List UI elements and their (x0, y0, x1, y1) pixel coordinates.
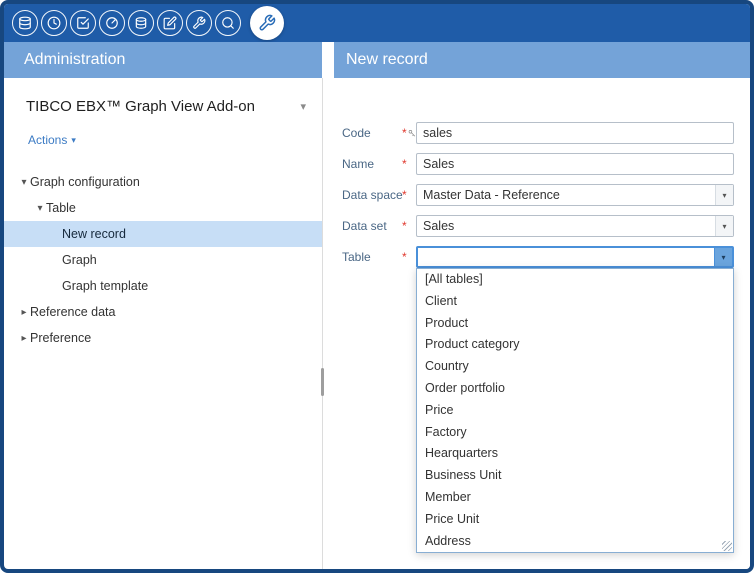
required-marker: * (402, 250, 407, 264)
actions-menu-button[interactable]: Actions ▾ (28, 133, 76, 147)
form-row-data-set: Data set * Sales ▾ (342, 215, 734, 237)
tree-item-label: Preference (30, 331, 91, 345)
administration-wrench-icon[interactable] (250, 6, 284, 40)
top-toolbar (4, 4, 750, 42)
required-marker: * (402, 219, 407, 233)
addon-title: TIBCO EBX™ Graph View Add-on (26, 98, 255, 115)
dropdown-option[interactable]: Product (417, 313, 733, 335)
form-row-table: Table * ▾ (342, 246, 734, 268)
required-marker-group: * (402, 219, 416, 233)
required-marker: * (402, 126, 407, 140)
field-label-table: Table (342, 250, 402, 264)
chevron-down-icon[interactable]: ▾ (296, 98, 310, 115)
sidebar: TIBCO EBX™ Graph View Add-on ▾ Actions ▾… (4, 78, 322, 569)
header-gap (322, 42, 334, 78)
tree-item-graph-template[interactable]: Graph template (4, 273, 322, 299)
required-marker-group: * (402, 250, 416, 264)
name-input[interactable] (416, 153, 734, 175)
field-label-code: Code (342, 126, 402, 140)
caret-down-icon: ▾ (71, 135, 76, 146)
data-set-select[interactable]: Sales ▾ (416, 215, 734, 237)
dropdown-option[interactable]: Client (417, 291, 733, 313)
validation-icon[interactable] (70, 10, 96, 36)
select-value: Master Data - Reference (423, 188, 560, 202)
search-icon[interactable] (215, 10, 241, 36)
dropdown-option[interactable]: Product category (417, 334, 733, 356)
dropdown-option[interactable]: Address (417, 531, 733, 553)
chevron-down-icon[interactable]: ▾ (714, 248, 732, 266)
required-marker-group: * (402, 157, 416, 171)
panel-splitter (322, 78, 334, 569)
dropdown-option[interactable]: Price (417, 400, 733, 422)
dropdown-option[interactable]: [All tables] (417, 269, 733, 291)
dropdown-option[interactable]: Member (417, 487, 733, 509)
table-options-dropdown: [All tables] Client Product Product cate… (416, 268, 734, 553)
new-record-form: Code * Name * Data space * (334, 78, 750, 569)
field-label-data-set: Data set (342, 219, 402, 233)
dataspaces-icon[interactable] (128, 10, 154, 36)
tree-item-new-record[interactable]: New record (4, 221, 322, 247)
collapsed-arrow-icon[interactable]: ▸ (18, 307, 30, 318)
navigation-tree: ▾ Graph configuration ▾ Table New record… (4, 169, 322, 351)
tools-icon[interactable] (186, 10, 212, 36)
header-band: Administration New record (4, 42, 750, 78)
tree-item-label: Graph template (62, 279, 148, 293)
tree-item-label: Table (46, 201, 76, 215)
form-row-data-space: Data space * Master Data - Reference ▾ (342, 184, 734, 206)
tree-item-label: Graph configuration (30, 175, 140, 189)
tree-item-label: New record (62, 227, 126, 241)
select-value: Sales (423, 219, 454, 233)
dashboard-icon[interactable] (99, 10, 125, 36)
required-marker: * (402, 188, 407, 202)
dropdown-option[interactable]: Country (417, 356, 733, 378)
dropdown-option[interactable]: Price Unit (417, 509, 733, 531)
tree-item-graph-configuration[interactable]: ▾ Graph configuration (4, 169, 322, 195)
required-marker-group: * (402, 188, 416, 202)
chevron-down-icon[interactable]: ▾ (715, 185, 733, 205)
field-label-name: Name (342, 157, 402, 171)
table-select[interactable]: ▾ (416, 246, 734, 268)
required-marker-group: * (402, 126, 416, 140)
expanded-arrow-icon[interactable]: ▾ (34, 203, 46, 214)
field-label-data-space: Data space (342, 188, 402, 202)
dropdown-option[interactable]: Hearquarters (417, 443, 733, 465)
panel-title-administration: Administration (4, 42, 322, 78)
collapsed-arrow-icon[interactable]: ▸ (18, 333, 30, 344)
data-space-select[interactable]: Master Data - Reference ▾ (416, 184, 734, 206)
actions-label: Actions (28, 133, 67, 147)
ebx-window: Administration New record TIBCO EBX™ Gra… (0, 0, 754, 573)
dropdown-resize-handle[interactable] (722, 541, 732, 551)
expanded-arrow-icon[interactable]: ▾ (18, 177, 30, 188)
content-area: TIBCO EBX™ Graph View Add-on ▾ Actions ▾… (4, 78, 750, 569)
addon-title-row: TIBCO EBX™ Graph View Add-on ▾ (4, 98, 322, 115)
page-title-new-record: New record (334, 42, 750, 78)
dropdown-option[interactable]: Order portfolio (417, 378, 733, 400)
dropdown-option[interactable]: Business Unit (417, 465, 733, 487)
tree-item-label: Reference data (30, 305, 115, 319)
form-row-name: Name * (342, 153, 734, 175)
data-models-icon[interactable] (12, 10, 38, 36)
tree-item-graph[interactable]: Graph (4, 247, 322, 273)
primary-key-icon (408, 129, 416, 138)
tree-item-reference-data[interactable]: ▸ Reference data (4, 299, 322, 325)
workflow-edit-icon[interactable] (157, 10, 183, 36)
code-input[interactable] (416, 122, 734, 144)
chevron-down-icon[interactable]: ▾ (715, 216, 733, 236)
tree-item-table[interactable]: ▾ Table (4, 195, 322, 221)
tree-item-preference[interactable]: ▸ Preference (4, 325, 322, 351)
form-row-code: Code * (342, 122, 734, 144)
tree-item-label: Graph (62, 253, 97, 267)
required-marker: * (402, 157, 407, 171)
splitter-drag-handle[interactable] (321, 368, 324, 396)
dropdown-option[interactable]: Factory (417, 422, 733, 444)
history-icon[interactable] (41, 10, 67, 36)
